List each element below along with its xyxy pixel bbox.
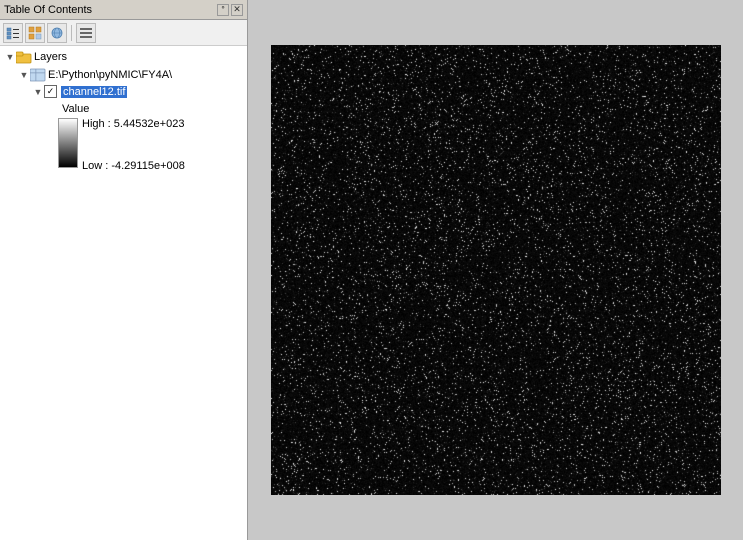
globe-button[interactable] <box>47 23 67 43</box>
list-view-button[interactable] <box>3 23 23 43</box>
legend-gradient <box>58 118 78 168</box>
toc-panel: Table Of Contents ᐤ ✕ <box>0 0 248 540</box>
legend-section: High : 5.44532e+023 Low : -4.29115e+008 <box>58 118 247 172</box>
toc-title: Table Of Contents <box>4 4 92 16</box>
toc-content[interactable]: ▼ Layers ▼ <box>0 46 247 540</box>
toc-header-controls: ᐤ ✕ <box>217 4 243 16</box>
folder-expand-icon[interactable]: ▼ <box>18 69 30 81</box>
legend-values: High : 5.44532e+023 Low : -4.29115e+008 <box>82 118 185 172</box>
legend-low-value: Low : -4.29115e+008 <box>82 160 185 172</box>
toc-toolbar <box>0 20 247 46</box>
file-checkbox[interactable] <box>44 85 57 98</box>
toolbar-separator <box>71 25 72 41</box>
layers-expand-icon[interactable]: ▼ <box>4 51 16 63</box>
folder-label: E:\Python\pyNMIC\FY4A\ <box>48 69 172 81</box>
legend-value-label: Value <box>62 102 247 116</box>
file-label: channel12.tif <box>61 86 127 98</box>
main-layout: Table Of Contents ᐤ ✕ <box>0 0 743 540</box>
file-expand-icon[interactable]: ▼ <box>32 86 44 98</box>
toc-pin-btn[interactable]: ᐤ <box>217 4 229 16</box>
legend-high-value: High : 5.44532e+023 <box>82 118 185 130</box>
options-button[interactable] <box>76 23 96 43</box>
toc-close-btn[interactable]: ✕ <box>231 4 243 16</box>
folder-item[interactable]: ▼ E:\Python\pyNMIC\FY4A\ <box>0 66 247 84</box>
map-canvas <box>271 45 721 495</box>
map-panel[interactable] <box>248 0 743 540</box>
layers-group-item[interactable]: ▼ Layers <box>0 48 247 66</box>
source-view-button[interactable] <box>25 23 45 43</box>
layers-label: Layers <box>34 51 67 63</box>
layers-folder-icon <box>16 49 32 65</box>
file-item[interactable]: ▼ channel12.tif <box>0 84 247 99</box>
folder-icon-map <box>30 67 46 83</box>
toc-header: Table Of Contents ᐤ ✕ <box>0 0 247 20</box>
